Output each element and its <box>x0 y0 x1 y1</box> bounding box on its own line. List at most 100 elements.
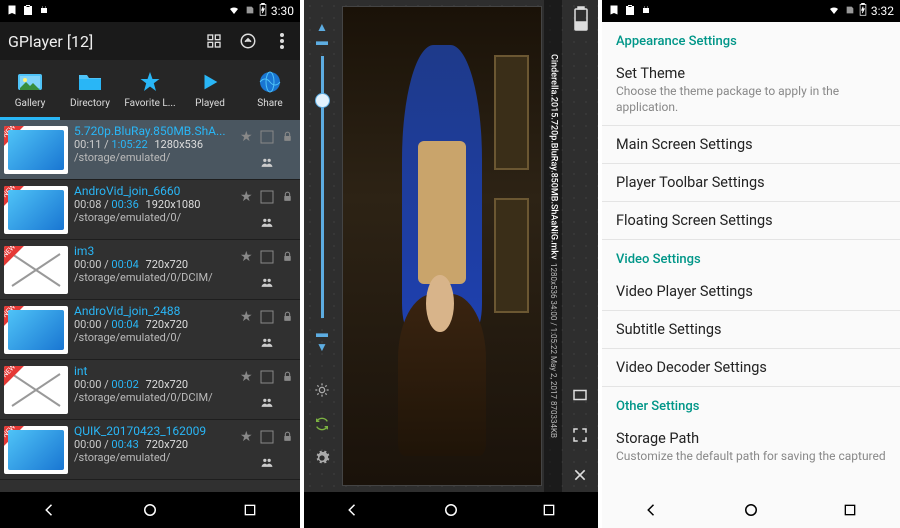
share-group-icon[interactable] <box>258 453 276 471</box>
video-meta: 1280x536 34:00 / 1:05:22 May 2, 2017 870… <box>548 263 558 438</box>
tab-played[interactable]: Played <box>180 60 240 120</box>
play-icon <box>197 69 223 95</box>
video-path: /storage/emulated/0/DCIM/ <box>74 271 232 284</box>
settings-item[interactable]: Floating Screen Settings <box>602 202 900 239</box>
checkbox[interactable] <box>258 248 276 266</box>
tab-label: Directory <box>70 98 110 109</box>
slider-bottom-icon[interactable]: ▬▼ <box>316 326 328 354</box>
back-button[interactable] <box>342 499 364 521</box>
checkbox[interactable] <box>258 128 276 146</box>
app-bar: GPlayer [12] <box>0 22 300 60</box>
settings-item[interactable]: Player Toolbar Settings <box>602 164 900 201</box>
folder-icon <box>77 69 103 95</box>
battery-icon <box>859 3 867 19</box>
video-row[interactable]: NEW AndroVid_join_2488 00:00 / 00:04 720… <box>0 300 300 360</box>
no-sim-icon <box>845 4 855 19</box>
brightness-icon[interactable] <box>312 380 332 400</box>
settings-item[interactable]: Set ThemeChoose the theme package to app… <box>602 55 900 125</box>
back-button[interactable] <box>39 499 61 521</box>
gallery-icon <box>17 69 43 95</box>
globe-icon <box>257 69 283 95</box>
tab-label: Favorite L... <box>124 98 175 109</box>
scroll-top-button[interactable] <box>238 31 258 51</box>
tab-label: Played <box>195 98 225 109</box>
share-group-icon[interactable] <box>258 153 276 171</box>
favorite-star-icon[interactable]: ★ <box>237 188 255 206</box>
share-group-icon[interactable] <box>258 273 276 291</box>
settings-item[interactable]: Storage PathCustomize the default path f… <box>602 420 900 475</box>
lock-icon[interactable] <box>279 428 297 446</box>
settings-item-title: Set Theme <box>616 65 886 82</box>
video-thumbnail: NEW <box>4 306 68 354</box>
grid-view-button[interactable] <box>204 31 224 51</box>
video-row[interactable]: NEW QUIK_20170423_162009 00:00 / 00:43 7… <box>0 420 300 480</box>
checkbox[interactable] <box>258 368 276 386</box>
tab-share[interactable]: Share <box>240 60 300 120</box>
fullscreen-button[interactable] <box>569 424 591 446</box>
lock-icon[interactable] <box>279 368 297 386</box>
back-button[interactable] <box>641 499 663 521</box>
video-thumbnail: NEW <box>4 186 68 234</box>
video-path: /storage/emulated/0/DCIM/ <box>74 391 232 404</box>
repeat-icon[interactable] <box>312 414 332 434</box>
video-time: 00:00 / 00:04 720x720 <box>74 318 232 331</box>
favorite-star-icon[interactable]: ★ <box>237 428 255 446</box>
section-header: Video Settings <box>602 240 900 273</box>
favorite-star-icon[interactable]: ★ <box>237 308 255 326</box>
settings-list[interactable]: Appearance SettingsSet ThemeChoose the t… <box>602 22 900 492</box>
clipboard-icon <box>22 4 34 19</box>
recents-button[interactable] <box>839 499 861 521</box>
lock-icon[interactable] <box>279 188 297 206</box>
favorite-star-icon[interactable]: ★ <box>237 248 255 266</box>
video-time: 00:00 / 00:04 720x720 <box>74 258 232 271</box>
section-header: Other Settings <box>602 387 900 420</box>
checkbox[interactable] <box>258 308 276 326</box>
video-list[interactable]: NEW 5.720p.BluRay.850MB.ShA... 00:11 / 1… <box>0 120 300 492</box>
tab-directory[interactable]: Directory <box>60 60 120 120</box>
tab-gallery[interactable]: Gallery <box>0 60 60 120</box>
lock-icon[interactable] <box>279 128 297 146</box>
aspect-button[interactable] <box>569 384 591 406</box>
video-row[interactable]: NEW AndroVid_join_6660 00:08 / 00:36 192… <box>0 180 300 240</box>
star-icon <box>137 69 163 95</box>
video-frame[interactable] <box>342 6 542 486</box>
settings-item-title: Storage Path <box>616 430 886 447</box>
video-info: AndroVid_join_6660 00:08 / 00:36 1920x10… <box>72 180 234 239</box>
volume-slider[interactable] <box>321 56 324 318</box>
share-group-icon[interactable] <box>258 393 276 411</box>
home-button[interactable] <box>139 499 161 521</box>
settings-item[interactable]: Video Player Settings <box>602 273 900 310</box>
video-info: AndroVid_join_2488 00:00 / 00:04 720x720… <box>72 300 234 359</box>
share-group-icon[interactable] <box>258 213 276 231</box>
volume-slider-area: ▲▬ ▬▼ <box>316 16 328 358</box>
lock-icon[interactable] <box>279 308 297 326</box>
video-title: im3 <box>74 244 232 258</box>
home-button[interactable] <box>440 499 462 521</box>
recents-button[interactable] <box>538 499 560 521</box>
home-button[interactable] <box>740 499 762 521</box>
overflow-menu-button[interactable] <box>272 31 292 51</box>
video-row[interactable]: NEW int 00:00 / 00:02 720x720 /storage/e… <box>0 360 300 420</box>
video-info: 5.720p.BluRay.850MB.ShA... 00:11 / 1:05:… <box>72 120 234 179</box>
lock-icon[interactable] <box>279 248 297 266</box>
settings-item[interactable]: Subtitle Settings <box>602 311 900 348</box>
settings-item-title: Video Decoder Settings <box>616 359 886 376</box>
slider-thumb[interactable] <box>315 93 330 108</box>
share-group-icon[interactable] <box>258 333 276 351</box>
slider-top-icon[interactable]: ▲▬ <box>316 20 328 48</box>
settings-item[interactable]: Video Decoder Settings <box>602 349 900 386</box>
battery-indicator-icon <box>572 6 590 36</box>
settings-item-title: Player Toolbar Settings <box>616 174 886 191</box>
checkbox[interactable] <box>258 188 276 206</box>
tab-favorite[interactable]: Favorite L... <box>120 60 180 120</box>
video-path: /storage/emulated/ <box>74 451 232 464</box>
favorite-star-icon[interactable]: ★ <box>237 368 255 386</box>
checkbox[interactable] <box>258 428 276 446</box>
close-button[interactable] <box>569 464 591 486</box>
video-row[interactable]: NEW im3 00:00 / 00:04 720x720 /storage/e… <box>0 240 300 300</box>
video-row[interactable]: NEW 5.720p.BluRay.850MB.ShA... 00:11 / 1… <box>0 120 300 180</box>
recents-button[interactable] <box>239 499 261 521</box>
settings-item[interactable]: Main Screen Settings <box>602 126 900 163</box>
favorite-star-icon[interactable]: ★ <box>237 128 255 146</box>
settings-icon[interactable] <box>312 448 332 468</box>
